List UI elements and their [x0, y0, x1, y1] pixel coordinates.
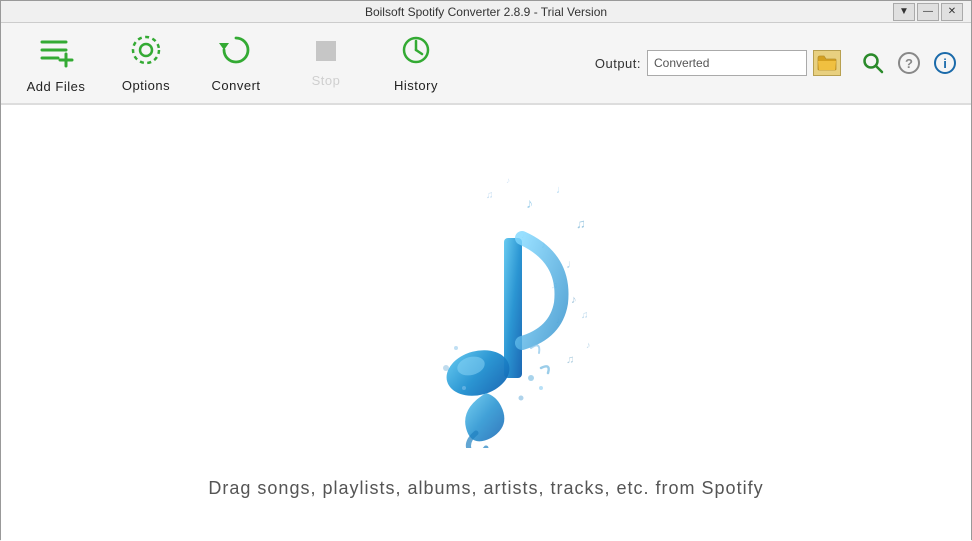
add-files-icon [38, 32, 74, 74]
titlebar-dropdown-btn[interactable]: ▼ [893, 3, 915, 21]
svg-text:♫: ♫ [486, 190, 494, 201]
main-content: ♪ ♩ ♫ ♪ ♩ ♫ ♪ ♩ ♫ ♩ ♪ ♫ ♫ ♪ [1, 105, 971, 541]
convert-icon [219, 33, 253, 72]
svg-text:♩: ♩ [556, 184, 567, 196]
history-button[interactable]: History [371, 24, 461, 102]
titlebar-title: Boilsoft Spotify Converter 2.8.9 - Trial… [79, 5, 893, 19]
history-label: History [394, 78, 438, 93]
output-label: Output: [595, 56, 641, 71]
action-icons: ? i [857, 47, 961, 79]
convert-button[interactable]: Convert [191, 24, 281, 102]
add-files-button[interactable]: Add Files [11, 24, 101, 102]
history-icon [399, 33, 433, 72]
titlebar-close-btn[interactable]: ✕ [941, 3, 963, 21]
music-illustration: ♪ ♩ ♫ ♪ ♩ ♫ ♪ ♩ ♫ ♩ ♪ ♫ ♫ ♪ [356, 148, 616, 448]
options-button[interactable]: Options [101, 24, 191, 102]
svg-text:♫: ♫ [566, 354, 574, 366]
stop-icon [315, 39, 337, 67]
titlebar-controls: ▼ — ✕ [893, 3, 963, 21]
svg-text:♪: ♪ [571, 294, 577, 306]
output-section: Output: ? [595, 47, 961, 79]
info-button[interactable]: i [929, 47, 961, 79]
options-icon [129, 33, 163, 72]
svg-text:♪: ♪ [526, 195, 533, 211]
convert-label: Convert [211, 78, 260, 93]
search-action-button[interactable] [857, 47, 889, 79]
output-input[interactable] [647, 50, 807, 76]
svg-text:♩: ♩ [566, 257, 578, 271]
titlebar-minimize-btn[interactable]: — [917, 3, 939, 21]
drag-drop-text: Drag songs, playlists, albums, artists, … [208, 478, 763, 499]
folder-button[interactable] [813, 50, 841, 76]
svg-text:♪: ♪ [506, 176, 510, 185]
svg-text:♫: ♫ [581, 310, 589, 321]
titlebar: Boilsoft Spotify Converter 2.8.9 - Trial… [1, 1, 971, 23]
stop-button[interactable]: Stop [281, 24, 371, 102]
add-files-label: Add Files [27, 79, 86, 94]
toolbar: Add Files Options Convert Stop [1, 23, 971, 105]
svg-text:♪: ♪ [586, 340, 591, 350]
svg-text:?: ? [905, 56, 913, 71]
help-button[interactable]: ? [893, 47, 925, 79]
stop-label: Stop [312, 73, 341, 88]
options-label: Options [122, 78, 170, 93]
svg-text:♫: ♫ [576, 216, 586, 231]
svg-text:i: i [943, 56, 947, 71]
